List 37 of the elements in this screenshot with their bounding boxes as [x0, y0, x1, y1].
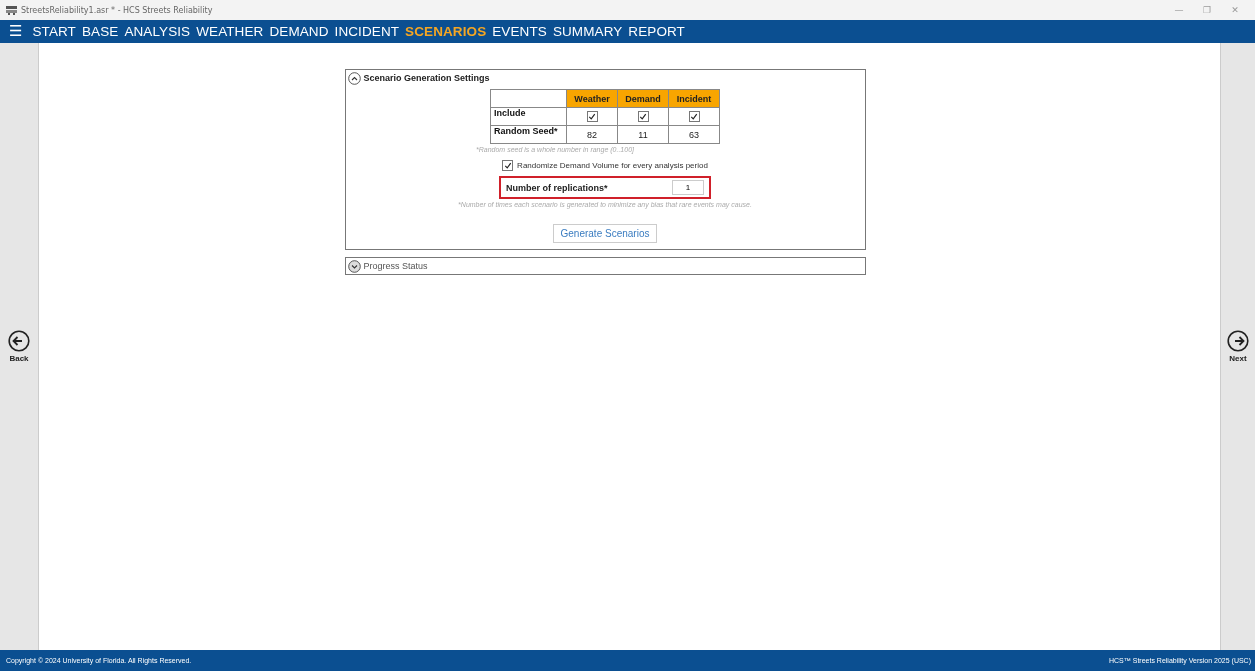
checkbox-label: Randomize Demand Volume for every analysis period — [517, 161, 708, 170]
panel-title[interactable]: Progress Status — [363, 261, 428, 271]
back-button[interactable]: Back — [0, 43, 39, 650]
checkbox[interactable] — [637, 111, 649, 123]
menu-tab[interactable]: INCIDENT — [334, 24, 400, 39]
input-field[interactable]: 1 — [672, 180, 704, 195]
generate-button[interactable]: Generate Scenarios — [552, 224, 658, 243]
app-icon — [6, 5, 17, 15]
checkbox[interactable] — [502, 160, 514, 171]
panel-title[interactable]: Scenario Generation Settings — [363, 73, 490, 83]
checkbox[interactable] — [586, 111, 598, 123]
menu-tab[interactable]: REPORT — [628, 24, 685, 39]
table-cell[interactable]: 63 — [668, 125, 720, 144]
check-icon — [503, 162, 512, 169]
check-icon — [690, 113, 698, 121]
row-header: Include — [490, 107, 567, 126]
window-title: StreetsReliability1.asr * - HCS Streets Reliability — [21, 5, 213, 15]
menu-tab[interactable]: WEATHER — [196, 24, 264, 39]
menu-tab[interactable]: START — [32, 24, 76, 39]
next-button[interactable]: Next — [1220, 43, 1255, 650]
field-label: Number of replications* — [506, 182, 608, 193]
row-header: Random Seed* — [490, 125, 567, 144]
check-icon — [588, 113, 596, 121]
checkbox[interactable] — [688, 111, 700, 123]
menu-tab[interactable]: BASE — [81, 24, 119, 39]
table-cell[interactable]: 11 — [617, 125, 669, 144]
table-cell[interactable]: 82 — [566, 125, 618, 144]
menu-tab[interactable]: DEMAND — [269, 24, 329, 39]
column-header: Demand — [617, 89, 669, 108]
column-header: Incident — [668, 89, 720, 108]
menu-tab[interactable]: EVENTS — [492, 24, 547, 39]
check-icon — [639, 113, 647, 121]
menu-button[interactable]: ☰ — [9, 24, 23, 39]
menu-tab[interactable]: SUMMARY — [552, 24, 623, 39]
column-header: Weather — [566, 89, 618, 108]
menu-tab[interactable]: ANALYSIS — [124, 24, 191, 39]
menu-tab[interactable]: SCENARIOS — [405, 24, 487, 39]
